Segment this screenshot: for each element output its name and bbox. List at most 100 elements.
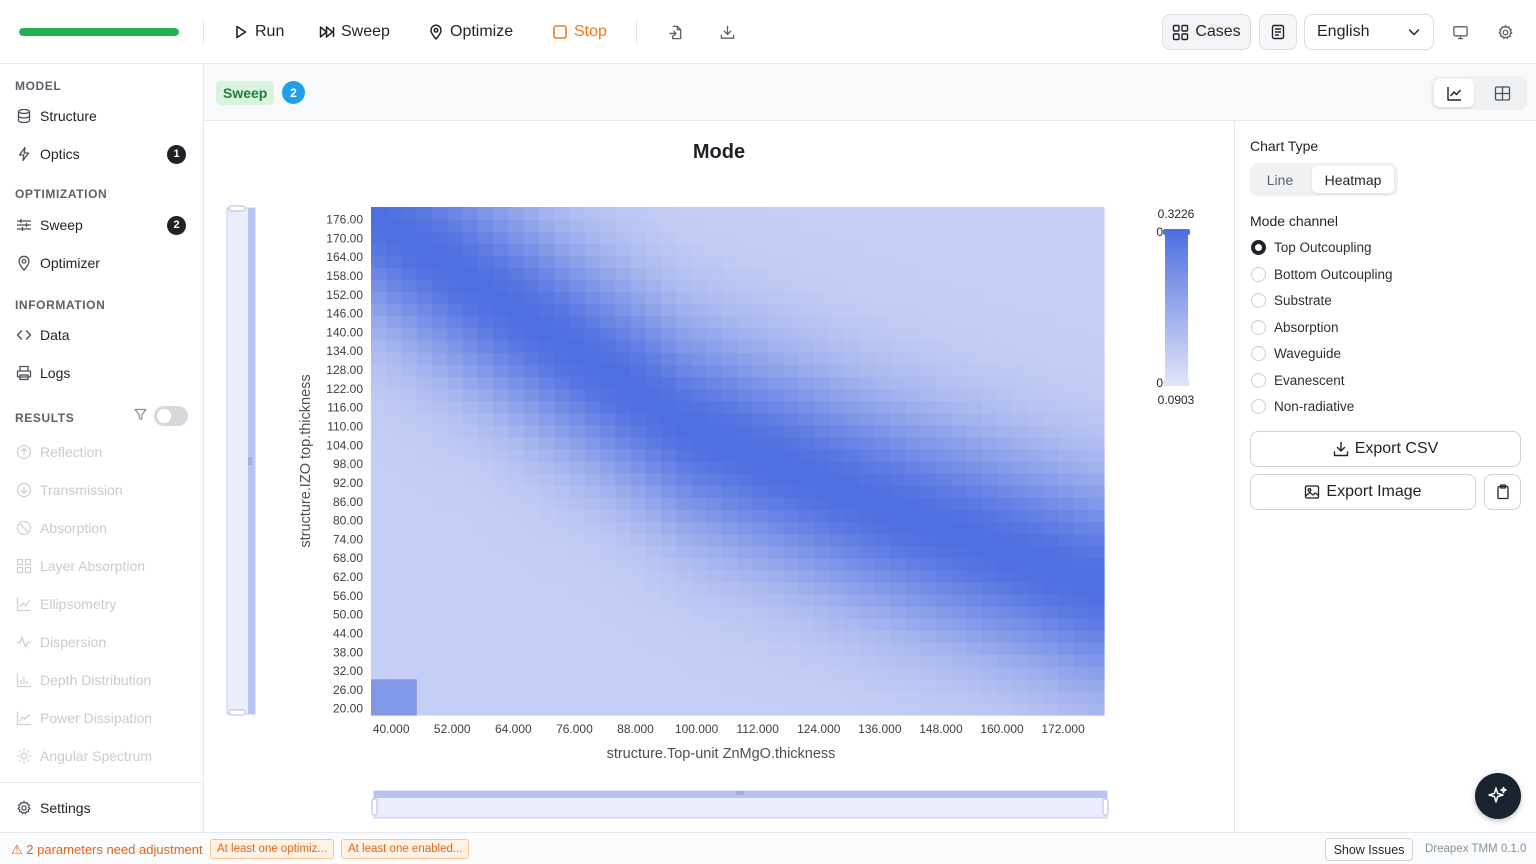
y-tick-label: 56.00: [333, 589, 363, 603]
language-select[interactable]: English: [1304, 14, 1434, 50]
sidebar-item-angular-spectrum[interactable]: Angular Spectrum: [16, 742, 188, 770]
display-button[interactable]: [1446, 18, 1474, 46]
sidebar-item-label: Optimizer: [40, 255, 100, 271]
export-csv-button[interactable]: Export CSV: [1250, 431, 1521, 467]
heatmap-cell: [600, 352, 616, 365]
channel-evanescent[interactable]: Evanescent: [1251, 370, 1345, 390]
filter-icon[interactable]: [134, 408, 147, 421]
radio[interactable]: [1251, 266, 1266, 282]
heatmap-cell: [493, 207, 510, 220]
colorbar-handle-top[interactable]: [1163, 229, 1190, 235]
heatmap-cell: [661, 388, 678, 402]
chart-type-line[interactable]: Line: [1253, 166, 1307, 193]
import-button[interactable]: [661, 18, 689, 46]
heatmap-cell: [630, 545, 647, 559]
heatmap-cell: [615, 485, 632, 498]
issue-chip[interactable]: At least one enabled...: [341, 839, 470, 859]
heatmap-cell: [1073, 243, 1090, 256]
sidebar-item-optimizer[interactable]: Optimizer: [16, 249, 188, 277]
chart-view-button[interactable]: [1434, 79, 1474, 107]
heatmap-cell: [706, 219, 723, 232]
ai-assistant-button[interactable]: [1475, 773, 1521, 819]
settings-gear-button[interactable]: [1491, 18, 1519, 46]
heatmap-cell: [966, 533, 983, 547]
heatmap-cell: [844, 630, 861, 644]
heatmap-cell: [371, 400, 387, 414]
stop-button[interactable]: Stop: [552, 16, 607, 48]
sidebar-item-reflection[interactable]: Reflection: [16, 438, 188, 466]
heatmap-cell: [997, 255, 1013, 269]
sidebar-item-layer-absorption[interactable]: Layer Absorption: [16, 552, 188, 580]
sidebar-item-depth-distribution[interactable]: Depth Distribution: [16, 666, 188, 694]
sidebar-item-ellipsometry[interactable]: Ellipsometry: [16, 590, 188, 618]
y-zoom-handle-bottom[interactable]: [228, 709, 246, 716]
y-tick-label: 74.00: [333, 532, 363, 546]
heatmap-cell: [523, 654, 540, 668]
channel-non-radiative[interactable]: Non-radiative: [1251, 396, 1354, 416]
run-button[interactable]: Run: [233, 16, 284, 48]
heatmap-cell: [538, 279, 555, 293]
heatmap-cell: [1012, 702, 1029, 716]
radio[interactable]: [1251, 345, 1266, 361]
channel-absorption[interactable]: Absorption: [1251, 317, 1339, 337]
heatmap-cell: [447, 473, 464, 486]
heatmap-cell: [584, 533, 601, 547]
sweep-tag[interactable]: Sweep: [216, 81, 275, 105]
heatmap-cells: [371, 207, 1105, 716]
radio-selected[interactable]: [1251, 239, 1266, 255]
sweep-button[interactable]: Sweep: [319, 16, 390, 48]
y-zoom-handle-top[interactable]: [228, 205, 246, 212]
x-zoom-handle-left[interactable]: [371, 798, 378, 816]
heatmap-cell: [844, 690, 861, 704]
radio[interactable]: [1251, 292, 1266, 308]
heatmap-cell: [1088, 243, 1105, 256]
cases-button[interactable]: Cases: [1162, 14, 1251, 50]
radio[interactable]: [1251, 319, 1266, 335]
sidebar-item-transmission[interactable]: Transmission: [16, 476, 188, 504]
channel-substrate[interactable]: Substrate: [1251, 290, 1332, 310]
radio[interactable]: [1251, 398, 1266, 414]
download-button[interactable]: [713, 18, 741, 46]
heatmap-cell: [554, 678, 571, 692]
optimize-button[interactable]: Optimize: [428, 16, 513, 48]
heatmap-cell: [936, 279, 952, 293]
sidebar-item-power-dissipation[interactable]: Power Dissipation: [16, 704, 188, 732]
heatmap-cell: [936, 594, 952, 607]
table-view-button[interactable]: [1482, 79, 1522, 107]
sidebar-item-optics[interactable]: Optics 1: [16, 140, 188, 168]
heatmap-cell: [538, 340, 555, 353]
sidebar-item-structure[interactable]: Structure: [16, 102, 188, 130]
heatmap-cell: [1012, 388, 1029, 402]
sidebar-item-settings[interactable]: Settings: [16, 794, 188, 822]
sidebar-item-sweep[interactable]: Sweep 2: [16, 211, 188, 239]
channel-bottom-outcoupling[interactable]: Bottom Outcoupling: [1251, 264, 1393, 284]
colorbar[interactable]: [1165, 232, 1188, 384]
copy-to-clipboard-button[interactable]: [1484, 474, 1521, 510]
sidebar-item-absorption[interactable]: Absorption: [16, 514, 188, 542]
heatmap-cell: [600, 255, 616, 269]
x-zoom-handle-right[interactable]: [1102, 798, 1109, 816]
sidebar-item-logs[interactable]: Logs: [16, 359, 188, 387]
heatmap-cell: [600, 231, 616, 244]
heatmap-cell: [1042, 424, 1059, 438]
sidebar-item-data[interactable]: Data: [16, 321, 188, 349]
heatmap-cell: [676, 364, 693, 377]
sidebar-item-dispersion[interactable]: Dispersion: [16, 628, 188, 656]
heatmap-chart[interactable]: Mode 20.0026.0032.0038.0044.0050.0056.00…: [204, 121, 1234, 832]
heatmap-cell: [768, 291, 784, 305]
parameter-warning[interactable]: ⚠ 2 parameters need adjustment: [11, 842, 203, 858]
heatmap-cell: [844, 388, 861, 402]
export-image-button[interactable]: Export Image: [1250, 474, 1476, 510]
app-version: Dreapex TMM 0.1.0: [1425, 843, 1527, 855]
heatmap-cell: [997, 533, 1013, 547]
radio[interactable]: [1251, 372, 1266, 388]
issue-chip[interactable]: At least one optimiz...: [210, 839, 334, 859]
channel-top-outcoupling[interactable]: Top Outcoupling: [1251, 237, 1372, 257]
results-filter-toggle[interactable]: [154, 406, 188, 426]
document-button[interactable]: [1259, 14, 1297, 50]
channel-waveguide[interactable]: Waveguide: [1251, 343, 1341, 363]
heatmap-cell: [874, 630, 891, 644]
show-issues-button[interactable]: Show Issues: [1325, 838, 1413, 861]
chart-type-heatmap[interactable]: Heatmap: [1312, 166, 1394, 193]
colorbar-handle-bottom[interactable]: [1163, 380, 1190, 386]
